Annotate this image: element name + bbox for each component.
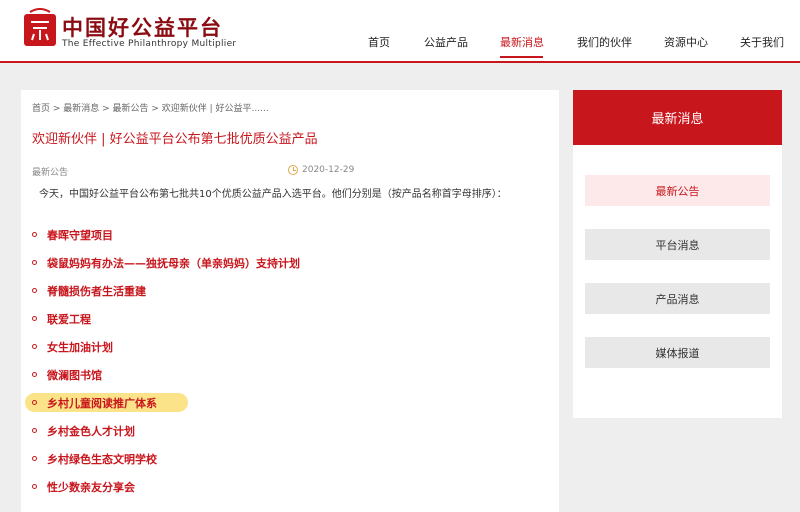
sidebar-item-label: 平台消息 (655, 239, 700, 252)
bullet-icon (32, 428, 37, 433)
sidebar: 最新消息 最新公告 平台消息 产品消息 媒体报道 (573, 90, 782, 418)
site-header: 中国好公益平台 The Effective Philanthropy Multi… (0, 0, 800, 63)
sidebar-item-product-news[interactable]: 产品消息 (585, 283, 770, 314)
sidebar-item-announcements[interactable]: 最新公告 (585, 175, 770, 206)
sidebar-item-label: 产品消息 (655, 293, 700, 306)
brand-name-en: The Effective Philanthropy Multiplier (62, 39, 237, 49)
article-category[interactable]: 最新公告 (32, 165, 68, 178)
bullet-icon (32, 372, 37, 377)
nav-partners[interactable]: 我们的伙伴 (577, 34, 632, 50)
bullet-icon (32, 316, 37, 321)
nav-resources[interactable]: 资源中心 (664, 34, 708, 50)
list-item[interactable]: 性少数亲友分享会 (25, 477, 185, 496)
list-item[interactable]: 乡村金色人才计划 (25, 421, 185, 440)
bullet-icon (32, 400, 37, 405)
bullet-icon (32, 232, 37, 237)
header-divider (0, 61, 800, 63)
list-item[interactable]: 春晖守望项目 (25, 225, 185, 244)
list-item[interactable]: 微澜图书馆 (25, 365, 185, 384)
list-item[interactable]: 联爱工程 (25, 309, 185, 328)
list-item[interactable]: 袋鼠妈妈有办法——独抚母亲（单亲妈妈）支持计划 (25, 253, 300, 272)
brand-logo-icon[interactable] (22, 8, 58, 48)
list-item-highlighted[interactable]: 乡村儿童阅读推广体系 (25, 393, 188, 412)
sidebar-title: 最新消息 (651, 112, 704, 127)
breadcrumb[interactable]: 首页 > 最新消息 > 最新公告 > 欢迎新伙伴 | 好公益平...... (32, 101, 269, 114)
article-panel: 首页 > 最新消息 > 最新公告 > 欢迎新伙伴 | 好公益平...... 欢迎… (21, 90, 559, 512)
bullet-icon (32, 344, 37, 349)
article-date: 2020-12-29 (302, 165, 355, 175)
bullet-icon (32, 288, 37, 293)
nav-latest-news[interactable]: 最新消息 (500, 34, 544, 50)
sidebar-item-label: 最新公告 (655, 185, 700, 198)
nav-products[interactable]: 公益产品 (424, 34, 468, 50)
bullet-icon (32, 260, 37, 265)
clock-icon (288, 165, 298, 175)
sidebar-item-media[interactable]: 媒体报道 (585, 337, 770, 368)
sidebar-header: 最新消息 (573, 90, 782, 145)
article-title: 欢迎新伙伴 | 好公益平台公布第七批优质公益产品 (32, 132, 318, 147)
bullet-icon (32, 456, 37, 461)
nav-home[interactable]: 首页 (368, 34, 390, 50)
list-item[interactable]: 女生加油计划 (25, 337, 185, 356)
list-item[interactable]: 脊髓损伤者生活重建 (25, 281, 185, 300)
sidebar-item-platform-news[interactable]: 平台消息 (585, 229, 770, 260)
nav-about[interactable]: 关于我们 (740, 34, 784, 50)
article-intro: 今天，中国好公益平台公布第七批共10个优质公益产品入选平台。他们分别是（按产品名… (39, 189, 507, 200)
brand-name-cn[interactable]: 中国好公益平台 (62, 12, 223, 42)
list-item[interactable]: 乡村绿色生态文明学校 (25, 449, 185, 468)
bullet-icon (32, 484, 37, 489)
nav-active-indicator (500, 56, 543, 58)
sidebar-item-label: 媒体报道 (655, 347, 700, 360)
